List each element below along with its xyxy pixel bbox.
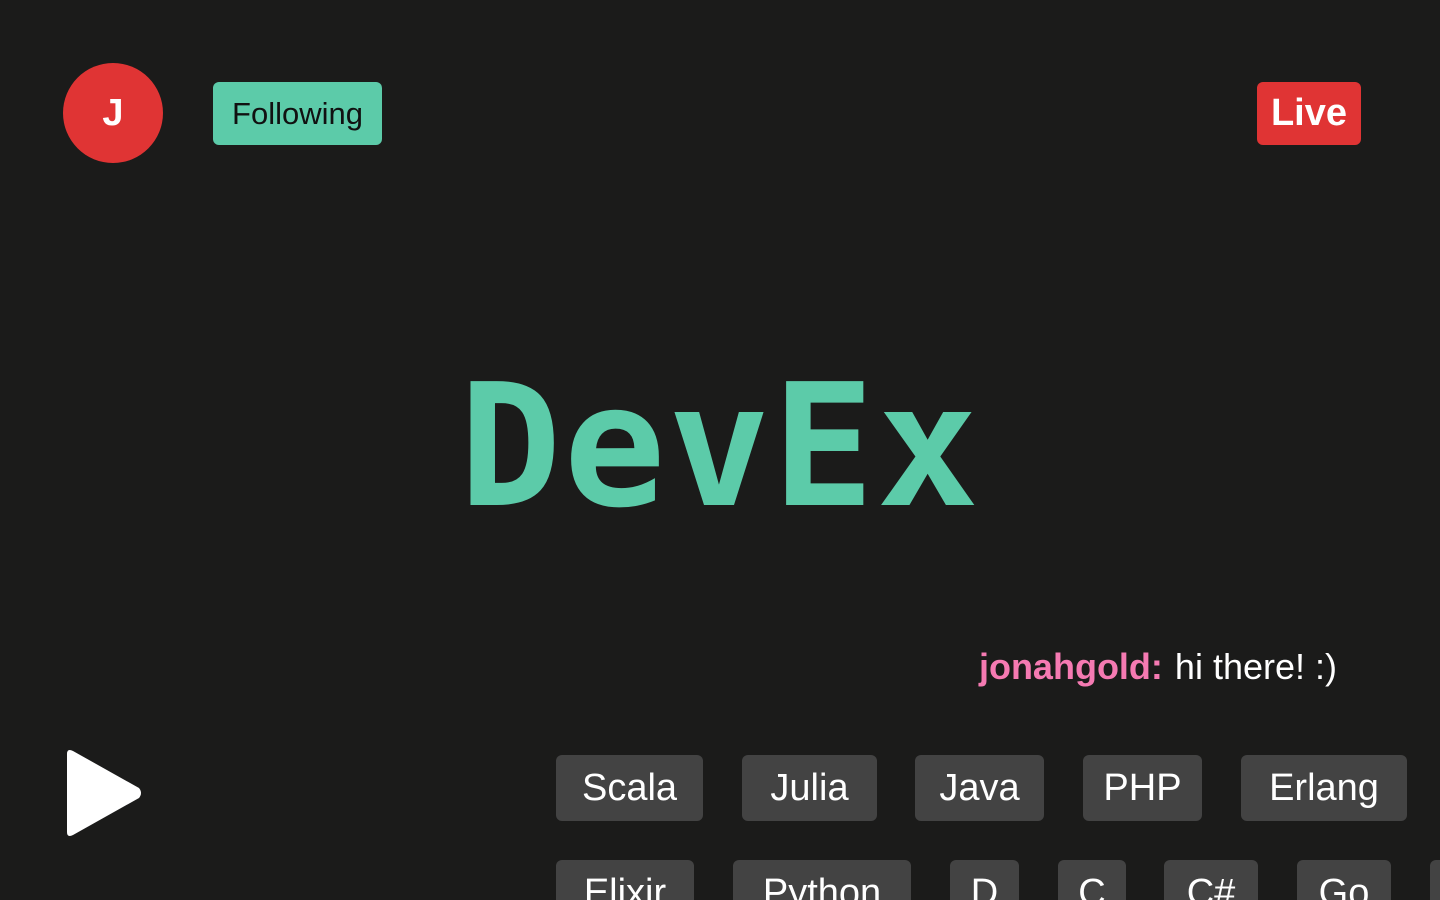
avatar-initial: J bbox=[102, 91, 124, 134]
tag-label: Erlang bbox=[1269, 766, 1379, 809]
avatar[interactable]: J bbox=[63, 63, 163, 163]
tag-csharp[interactable]: C# bbox=[1164, 860, 1258, 900]
tag-c[interactable]: C bbox=[1058, 860, 1126, 900]
stream-view: J Following Live DevEx jonahgold: hi ther… bbox=[0, 0, 1440, 900]
chat-username: jonahgold: bbox=[978, 646, 1163, 687]
tag-php[interactable]: PHP bbox=[1083, 755, 1202, 821]
tag-label: D bbox=[970, 871, 999, 900]
tag-partial[interactable] bbox=[1430, 860, 1440, 900]
tag-label: Julia bbox=[770, 766, 849, 809]
tag-label: Scala bbox=[581, 766, 678, 809]
tag-label: Java bbox=[939, 766, 1020, 809]
tag-label: Go bbox=[1318, 871, 1370, 900]
tag-label: Python bbox=[762, 871, 882, 900]
tag-scala[interactable]: Scala bbox=[556, 755, 703, 821]
tag-julia[interactable]: Julia bbox=[742, 755, 877, 821]
tag-label: C bbox=[1078, 871, 1106, 900]
following-button-label: Following bbox=[232, 95, 363, 131]
tag-d[interactable]: D bbox=[950, 860, 1019, 900]
tag-label: PHP bbox=[1103, 766, 1182, 809]
tag-go[interactable]: Go bbox=[1297, 860, 1391, 900]
stream-title: DevEx bbox=[459, 348, 981, 546]
tag-label: C# bbox=[1186, 871, 1236, 900]
live-badge: Live bbox=[1257, 82, 1361, 145]
chat-text: hi there! :) bbox=[1174, 646, 1337, 687]
play-icon bbox=[67, 750, 141, 836]
tag-elixir[interactable]: Elixir bbox=[556, 860, 694, 900]
tag-erlang[interactable]: Erlang bbox=[1241, 755, 1407, 821]
tag-python[interactable]: Python bbox=[733, 860, 911, 900]
live-badge-label: Live bbox=[1270, 92, 1348, 134]
following-button[interactable]: Following bbox=[213, 82, 382, 145]
chat-message: jonahgold: hi there! :) bbox=[979, 645, 1337, 689]
tag-label: Elixir bbox=[583, 871, 667, 900]
play-button[interactable] bbox=[63, 748, 143, 838]
tag-java[interactable]: Java bbox=[915, 755, 1044, 821]
